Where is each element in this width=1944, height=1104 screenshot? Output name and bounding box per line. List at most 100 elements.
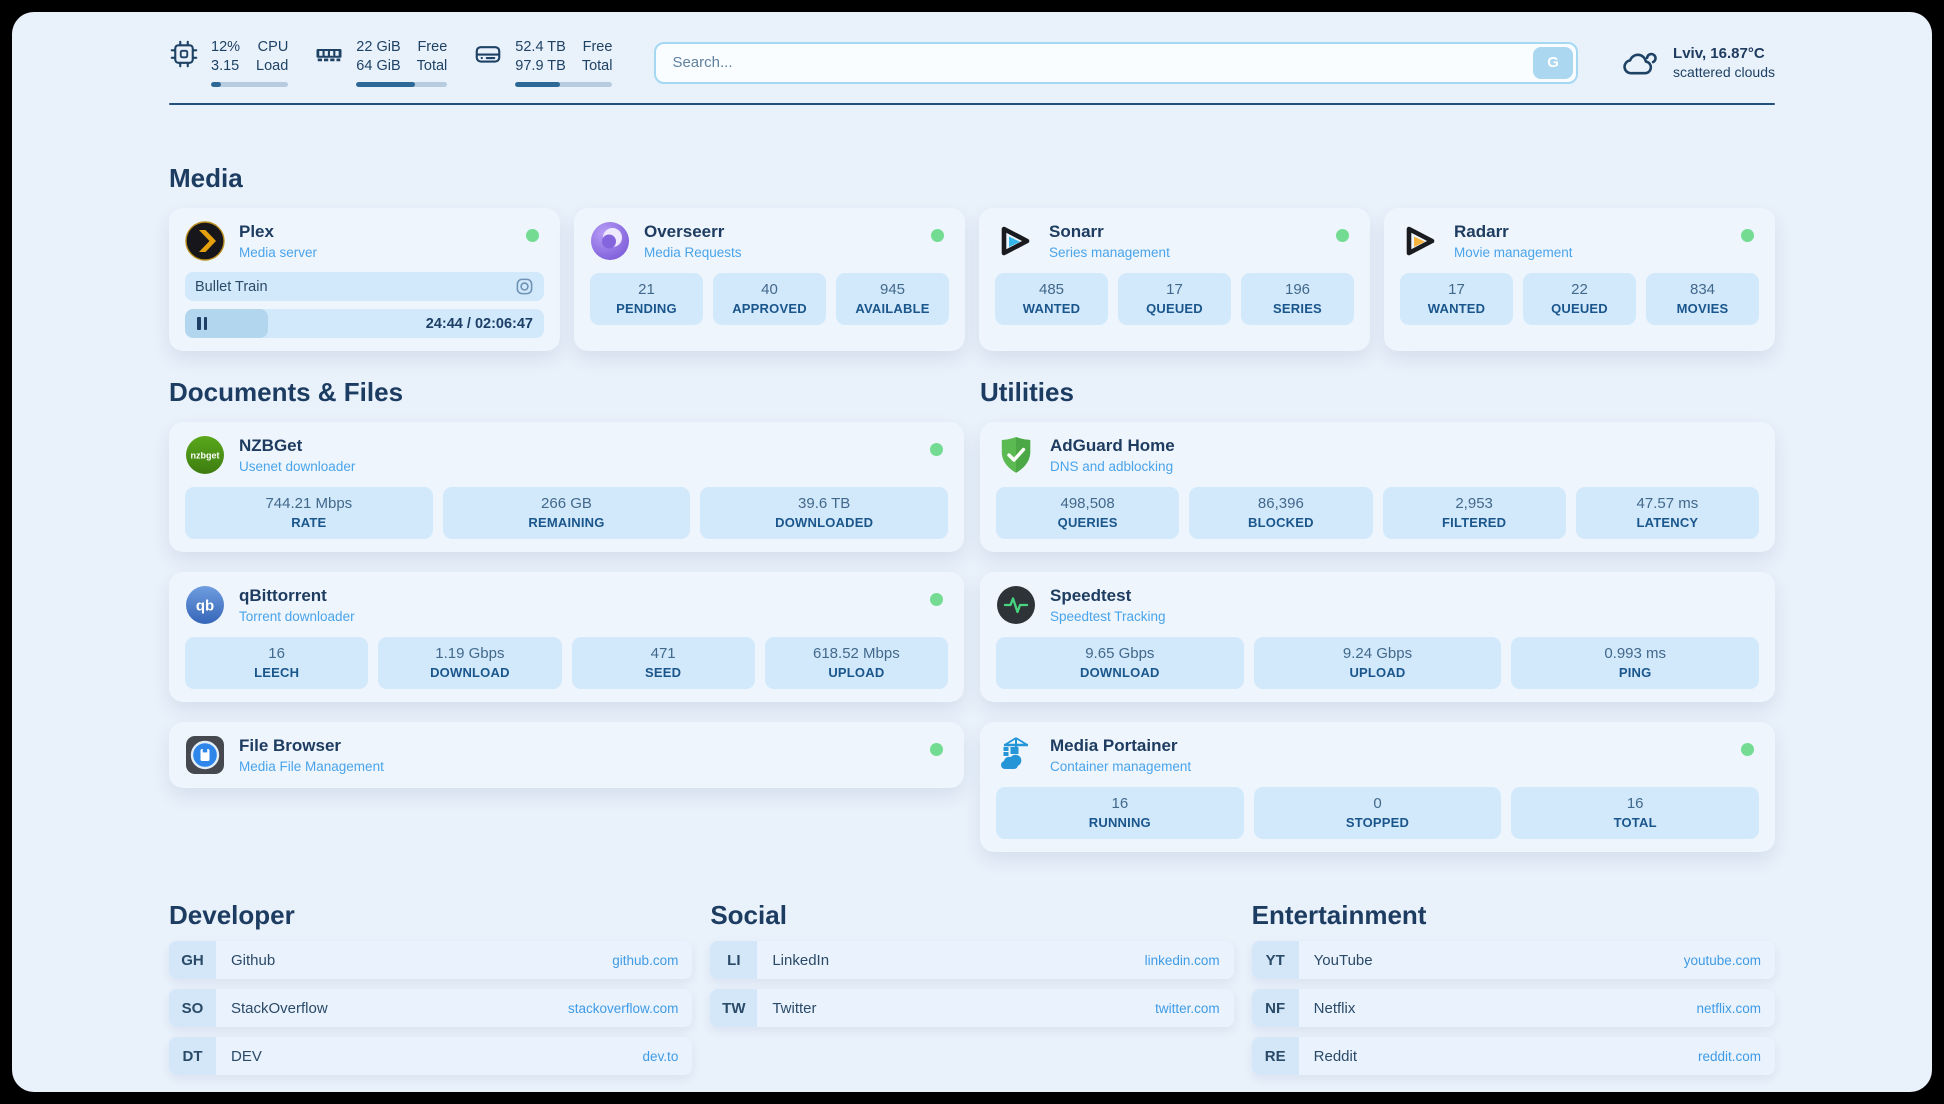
bookmark-name: LinkedIn	[772, 952, 829, 969]
service-description: Media server	[239, 245, 317, 260]
bookmark-abbr: NF	[1252, 989, 1299, 1027]
bookmark-reddit[interactable]: RE Reddit reddit.com	[1252, 1037, 1775, 1075]
bookmark-name: Reddit	[1314, 1048, 1357, 1065]
section-title-social: Social	[710, 900, 1233, 931]
service-description: Series management	[1049, 245, 1170, 260]
bookmark-group-developer: Developer GH Github github.com SO StackO…	[169, 900, 692, 1075]
svg-text:nzbget: nzbget	[191, 451, 220, 461]
service-card-adguard[interactable]: AdGuard Home DNS and adblocking 498,508Q…	[980, 422, 1775, 552]
svg-text:qb: qb	[196, 598, 214, 615]
search-provider-button[interactable]: G	[1533, 47, 1573, 79]
bookmark-abbr: DT	[169, 1037, 216, 1075]
memory-resource-widget: 22 GiB64 GiB FreeTotal	[314, 38, 447, 87]
bookmark-abbr: TW	[710, 989, 757, 1027]
portainer-icon	[996, 735, 1036, 775]
playback-progress-bar: 24:44 / 02:06:47	[185, 309, 544, 338]
bookmark-github[interactable]: GH Github github.com	[169, 941, 692, 979]
bookmark-name: YouTube	[1314, 952, 1373, 969]
nzbget-icon: nzbget	[185, 435, 225, 475]
service-description: Container management	[1050, 759, 1191, 774]
stat-box: 1.19 GbpsDOWNLOAD	[378, 637, 561, 689]
search-input[interactable]	[654, 42, 1578, 84]
bookmark-url: linkedin.com	[1145, 953, 1220, 968]
header-divider	[169, 103, 1775, 105]
bookmark-url: reddit.com	[1698, 1049, 1761, 1064]
stat-box: 40APPROVED	[713, 273, 826, 325]
stat-box: 86,396BLOCKED	[1189, 487, 1372, 539]
service-name: qBittorrent	[239, 586, 355, 606]
bookmark-linkedin[interactable]: LI LinkedIn linkedin.com	[710, 941, 1233, 979]
ram-free-label: Free	[417, 38, 447, 57]
weather-condition: scattered clouds	[1673, 64, 1775, 80]
bookmark-name: Github	[231, 952, 275, 969]
stat-box: 21PENDING	[590, 273, 703, 325]
bookmark-name: DEV	[231, 1048, 262, 1065]
ram-total-label: Total	[417, 57, 448, 76]
bookmark-url: stackoverflow.com	[568, 1001, 678, 1016]
search-bar: G	[654, 42, 1578, 84]
bookmark-dev[interactable]: DT DEV dev.to	[169, 1037, 692, 1075]
bookmark-url: youtube.com	[1684, 953, 1761, 968]
service-card-qbittorrent[interactable]: qb qBittorrent Torrent downloader 16LEEC…	[169, 572, 964, 702]
service-name: NZBGet	[239, 436, 355, 456]
bookmark-twitter[interactable]: TW Twitter twitter.com	[710, 989, 1233, 1027]
stat-box: 39.6 TBDOWNLOADED	[700, 487, 948, 539]
stat-box: 0STOPPED	[1254, 787, 1502, 839]
bookmark-abbr: YT	[1252, 941, 1299, 979]
bookmark-netflix[interactable]: NF Netflix netflix.com	[1252, 989, 1775, 1027]
service-card-radarr[interactable]: Radarr Movie management 17WANTED 22QUEUE…	[1384, 208, 1775, 351]
stat-box: 485WANTED	[995, 273, 1108, 325]
dashboard-page: 12%3.15 CPULoad	[12, 12, 1932, 1092]
qbittorrent-icon: qb	[185, 585, 225, 625]
stat-box: 9.65 GbpsDOWNLOAD	[996, 637, 1244, 689]
service-name: Radarr	[1454, 222, 1573, 242]
section-title-documents: Documents & Files	[169, 377, 964, 408]
bookmark-youtube[interactable]: YT YouTube youtube.com	[1252, 941, 1775, 979]
service-name: Overseerr	[644, 222, 742, 242]
radarr-icon	[1400, 221, 1440, 261]
stat-box: 17WANTED	[1400, 273, 1513, 325]
stat-box: 2,953FILTERED	[1383, 487, 1566, 539]
weather-location-temp: Lviv, 16.87°C	[1673, 45, 1775, 62]
filebrowser-icon	[185, 735, 225, 775]
ram-progress-bar	[356, 82, 447, 87]
stat-box: 9.24 GbpsUPLOAD	[1254, 637, 1502, 689]
service-description: Media File Management	[239, 759, 384, 774]
now-playing-row: Bullet Train	[185, 272, 544, 301]
section-title-utilities: Utilities	[980, 377, 1775, 408]
stat-box: 0.993 msPING	[1511, 637, 1759, 689]
service-name: Media Portainer	[1050, 736, 1191, 756]
cpu-load-label: Load	[256, 57, 288, 76]
cpu-load-value: 3.15	[211, 57, 240, 76]
service-card-sonarr[interactable]: Sonarr Series management 485WANTED 17QUE…	[979, 208, 1370, 351]
stat-box: 16TOTAL	[1511, 787, 1759, 839]
stat-box: 744.21 MbpsRATE	[185, 487, 433, 539]
bookmark-name: Twitter	[772, 1000, 816, 1017]
service-description: Media Requests	[644, 245, 742, 260]
service-description: Torrent downloader	[239, 609, 355, 624]
service-card-speedtest[interactable]: Speedtest Speedtest Tracking 9.65 GbpsDO…	[980, 572, 1775, 702]
stat-box: 834MOVIES	[1646, 273, 1759, 325]
section-title-entertainment: Entertainment	[1252, 900, 1775, 931]
service-card-overseerr[interactable]: Overseerr Media Requests 21PENDING 40APP…	[574, 208, 965, 351]
disk-free-value: 52.4 TB	[515, 38, 566, 57]
bookmark-abbr: GH	[169, 941, 216, 979]
disk-icon	[473, 39, 503, 69]
service-name: Sonarr	[1049, 222, 1170, 242]
video-lens-icon	[515, 277, 534, 296]
bookmark-group-social: Social LI LinkedIn linkedin.com TW Twitt…	[710, 900, 1233, 1075]
service-description: Movie management	[1454, 245, 1573, 260]
sonarr-icon	[995, 221, 1035, 261]
service-card-plex[interactable]: Plex Media server Bullet Train	[169, 208, 560, 351]
service-card-portainer[interactable]: Media Portainer Container management 16R…	[980, 722, 1775, 852]
weather-widget: Lviv, 16.87°C scattered clouds	[1622, 45, 1775, 80]
bookmark-stackoverflow[interactable]: SO StackOverflow stackoverflow.com	[169, 989, 692, 1027]
service-card-nzbget[interactable]: nzbget NZBGet Usenet downloader 744.21 M…	[169, 422, 964, 552]
stat-box: 196SERIES	[1241, 273, 1354, 325]
service-description: Speedtest Tracking	[1050, 609, 1166, 624]
cpu-icon	[169, 39, 199, 69]
bookmark-url: github.com	[612, 953, 678, 968]
bookmark-name: Netflix	[1314, 1000, 1356, 1017]
service-card-filebrowser[interactable]: File Browser Media File Management	[169, 722, 964, 788]
overseerr-icon	[590, 221, 630, 261]
